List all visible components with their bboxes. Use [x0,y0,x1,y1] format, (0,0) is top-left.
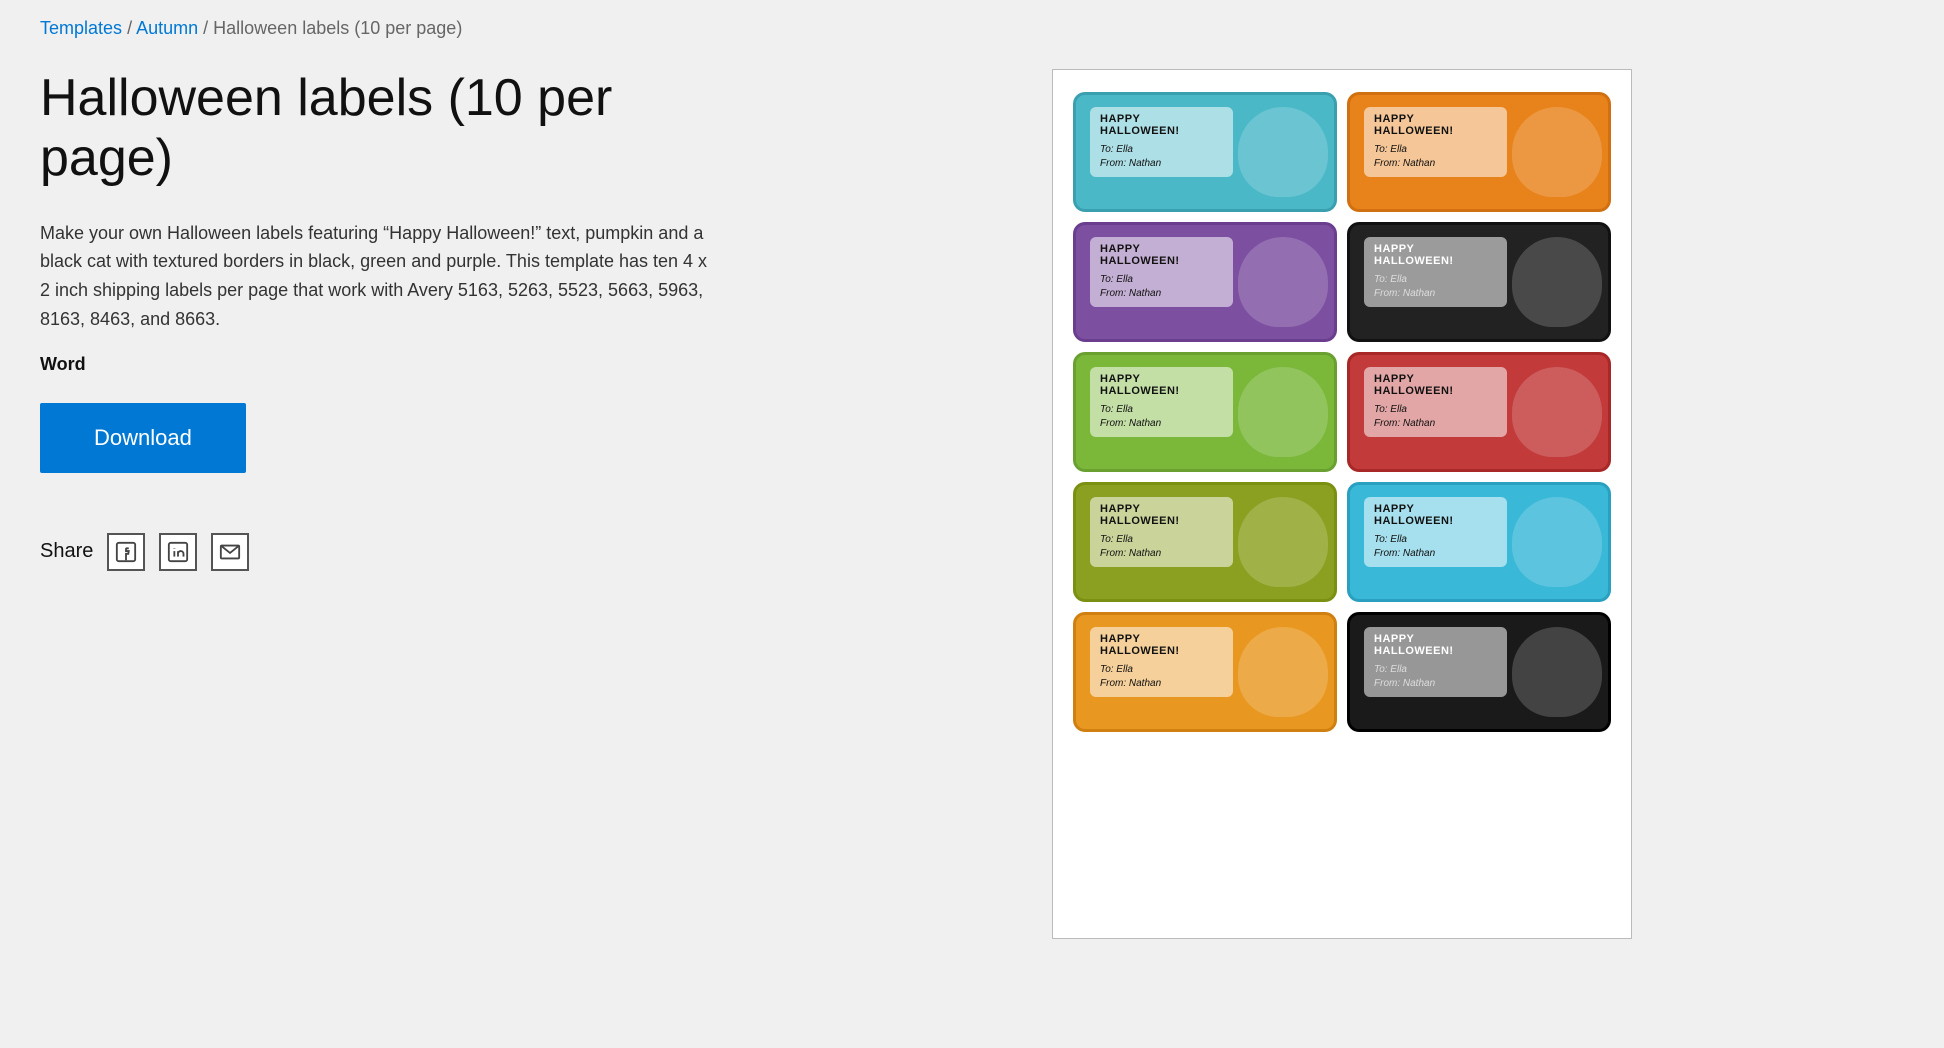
label-from-10: From: Nathan [1374,677,1497,691]
label-card-1: HAPPY HALLOWEEN! To: EllaFrom: Nathan [1073,92,1337,212]
breadcrumb: Templates / Autumn / Halloween labels (1… [40,18,1904,39]
label-title-6: HAPPY HALLOWEEN! [1374,373,1497,397]
label-title-7: HAPPY HALLOWEEN! [1100,503,1223,527]
labels-grid: HAPPY HALLOWEEN!To: EllaFrom: NathanHAPP… [1073,92,1611,732]
label-from-5: From: Nathan [1100,417,1223,431]
share-row: Share [40,533,720,571]
page-title: Halloween labels (10 per page) [40,69,720,189]
label-card-3: HAPPY HALLOWEEN! To: EllaFrom: Nathan [1073,222,1337,342]
page-container: Templates / Autumn / Halloween labels (1… [0,0,1944,979]
word-label: Word [40,354,720,375]
label-from-2: From: Nathan [1374,157,1497,171]
label-title-4: HAPPY HALLOWEEN! [1374,243,1497,267]
label-title-10: HAPPY HALLOWEEN! [1374,633,1497,657]
label-card-10: HAPPY HALLOWEEN! To: EllaFrom: Nathan [1347,612,1611,732]
preview-box: HAPPY HALLOWEEN!To: EllaFrom: NathanHAPP… [1052,69,1632,939]
label-from-9: From: Nathan [1100,677,1223,691]
main-content: Halloween labels (10 per page) Make your… [40,69,1904,939]
share-label: Share [40,540,93,563]
label-title-8: HAPPY HALLOWEEN! [1374,503,1497,527]
left-panel: Halloween labels (10 per page) Make your… [40,69,720,571]
label-card-4: HAPPY HALLOWEEN! To: EllaFrom: Nathan [1347,222,1611,342]
label-title-1: HAPPY HALLOWEEN! [1100,113,1223,137]
label-to-9: To: Ella [1100,663,1223,677]
label-to-2: To: Ella [1374,143,1497,157]
label-from-8: From: Nathan [1374,547,1497,561]
label-to-10: To: Ella [1374,663,1497,677]
label-to-6: To: Ella [1374,403,1497,417]
label-card-2: HAPPY HALLOWEEN! To: EllaFrom: Nathan [1347,92,1611,212]
label-from-1: From: Nathan [1100,157,1223,171]
label-to-3: To: Ella [1100,273,1223,287]
breadcrumb-autumn[interactable]: Autumn [136,18,198,38]
label-from-7: From: Nathan [1100,547,1223,561]
linkedin-share-button[interactable] [159,533,197,571]
description-text: Make your own Halloween labels featuring… [40,219,720,334]
breadcrumb-sep1: / [127,18,136,38]
label-title-5: HAPPY HALLOWEEN! [1100,373,1223,397]
label-card-8: HAPPY HALLOWEEN! To: EllaFrom: Nathan [1347,482,1611,602]
label-card-5: HAPPY HALLOWEEN! To: EllaFrom: Nathan [1073,352,1337,472]
download-button[interactable]: Download [40,403,246,473]
label-card-7: HAPPY HALLOWEEN! To: EllaFrom: Nathan [1073,482,1337,602]
facebook-share-button[interactable] [107,533,145,571]
right-panel: HAPPY HALLOWEEN!To: EllaFrom: NathanHAPP… [780,69,1904,939]
label-from-6: From: Nathan [1374,417,1497,431]
email-share-button[interactable] [211,533,249,571]
label-to-5: To: Ella [1100,403,1223,417]
label-to-4: To: Ella [1374,273,1497,287]
label-to-1: To: Ella [1100,143,1223,157]
breadcrumb-sep2: / [203,18,213,38]
label-from-4: From: Nathan [1374,287,1497,301]
label-title-9: HAPPY HALLOWEEN! [1100,633,1223,657]
label-card-9: HAPPY HALLOWEEN! To: EllaFrom: Nathan [1073,612,1337,732]
breadcrumb-templates[interactable]: Templates [40,18,122,38]
label-title-3: HAPPY HALLOWEEN! [1100,243,1223,267]
label-from-3: From: Nathan [1100,287,1223,301]
label-title-2: HAPPY HALLOWEEN! [1374,113,1497,137]
label-to-8: To: Ella [1374,533,1497,547]
label-to-7: To: Ella [1100,533,1223,547]
breadcrumb-current: Halloween labels (10 per page) [213,18,462,38]
label-card-6: HAPPY HALLOWEEN! To: EllaFrom: Nathan [1347,352,1611,472]
